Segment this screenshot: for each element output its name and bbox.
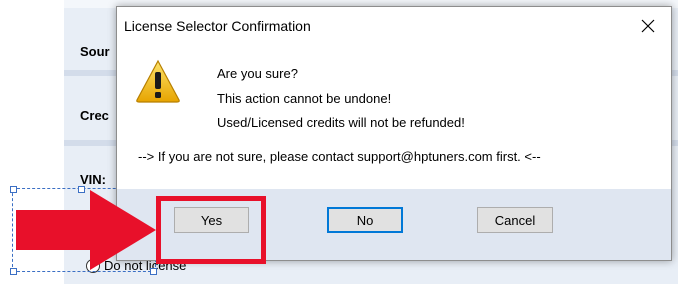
credits-label: Crec <box>80 108 109 123</box>
dialog-titlebar: License Selector Confirmation <box>117 7 671 45</box>
vin-label: VIN: <box>80 172 106 187</box>
source-label: Sour <box>80 44 110 59</box>
support-hint: --> If you are not sure, please contact … <box>138 149 541 164</box>
message-line: Are you sure? <box>217 66 298 81</box>
close-button[interactable] <box>625 7 671 45</box>
close-icon <box>641 19 655 33</box>
cancel-button[interactable]: Cancel <box>477 207 553 233</box>
no-button[interactable]: No <box>327 207 403 233</box>
message-line: This action cannot be undone! <box>217 91 392 106</box>
dialog-title: License Selector Confirmation <box>124 18 311 34</box>
warning-icon <box>136 59 180 103</box>
highlight-box <box>156 196 266 264</box>
message-line: Used/Licensed credits will not be refund… <box>217 115 465 130</box>
red-arrow-icon <box>16 190 156 270</box>
